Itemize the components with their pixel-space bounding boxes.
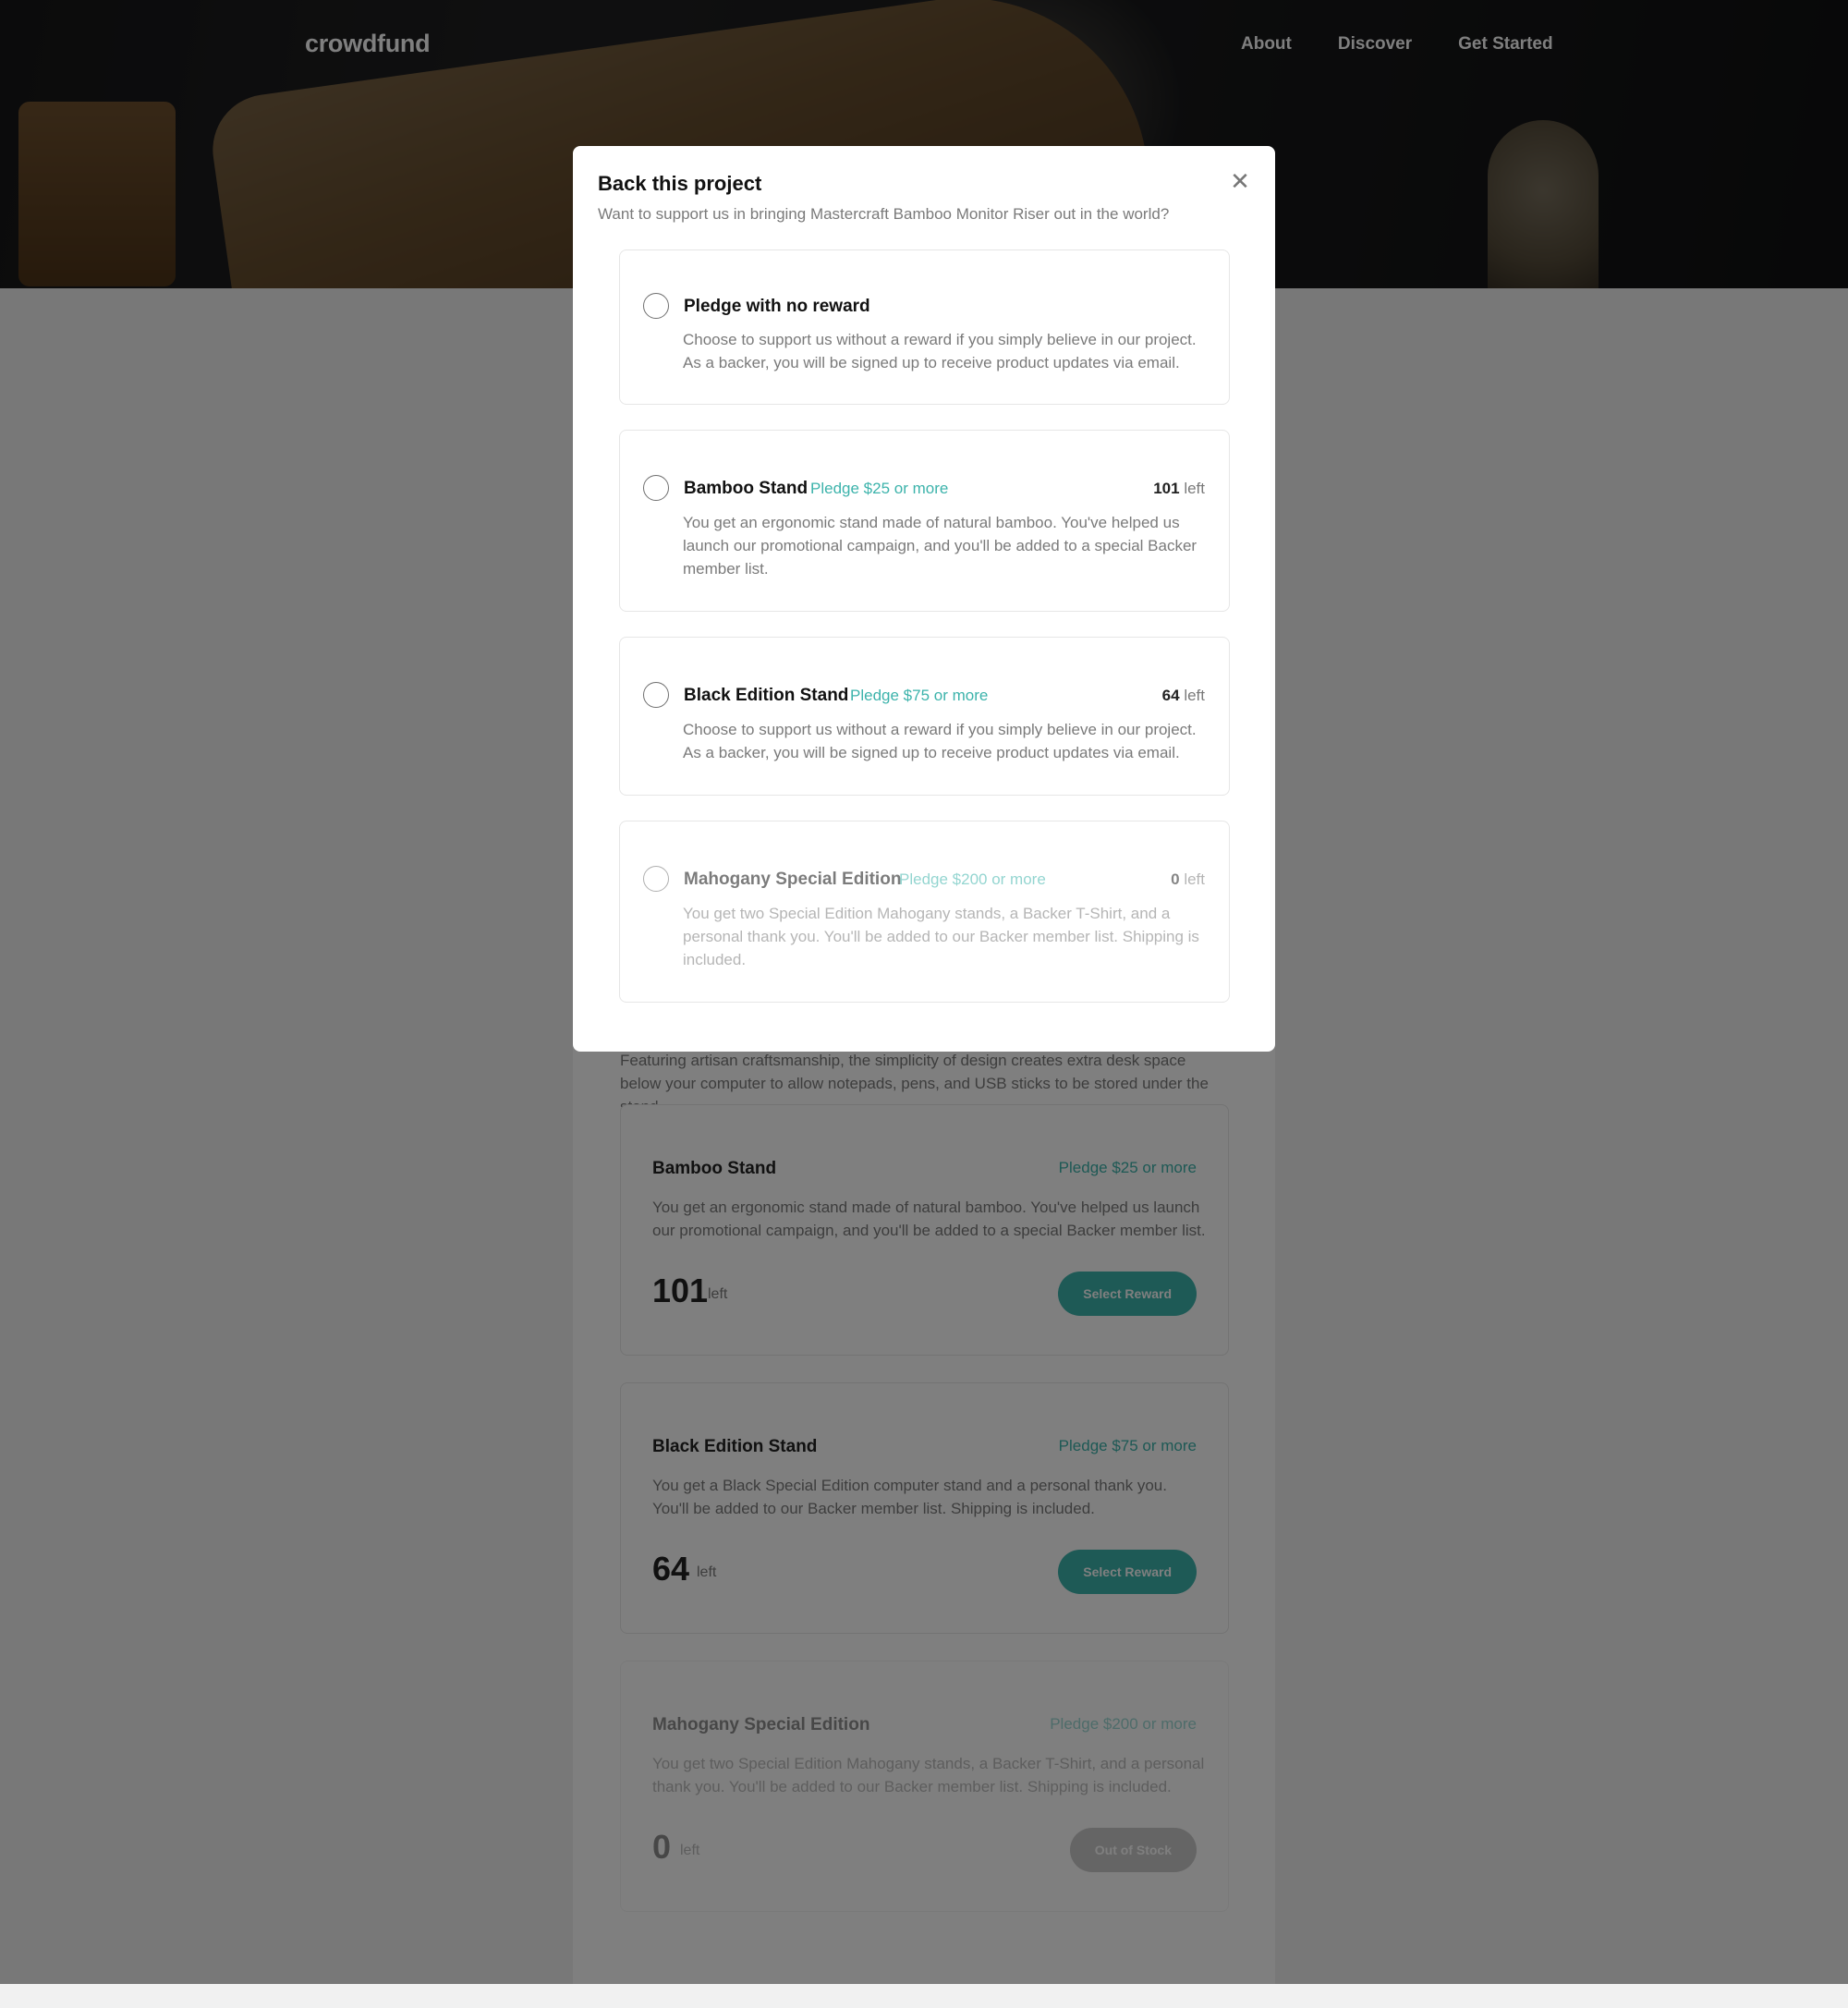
option-name: Pledge with no reward bbox=[684, 297, 870, 316]
radio-button[interactable] bbox=[643, 475, 669, 501]
pledge-option-no-reward[interactable]: Pledge with no reward Choose to support … bbox=[619, 249, 1230, 405]
option-name: Bamboo Stand bbox=[684, 479, 808, 498]
option-name: Black Edition Stand bbox=[684, 686, 849, 705]
option-description: Choose to support us without a reward if… bbox=[683, 721, 1197, 761]
option-description: You get an ergonomic stand made of natur… bbox=[683, 514, 1198, 578]
option-pledge: Pledge $200 or more bbox=[899, 870, 1046, 888]
option-pledge: Pledge $25 or more bbox=[810, 480, 949, 497]
modal-title: Back this project bbox=[598, 172, 762, 195]
footer bbox=[0, 1984, 1848, 2008]
option-name: Mahogany Special Edition bbox=[684, 870, 902, 889]
option-stock: 64 left bbox=[1161, 687, 1205, 704]
radio-button[interactable] bbox=[643, 682, 669, 708]
pledge-option-bamboo[interactable]: Bamboo Stand Pledge $25 or more 101 left… bbox=[619, 430, 1230, 612]
option-pledge: Pledge $75 or more bbox=[850, 687, 989, 704]
option-description: You get two Special Edition Mahogany sta… bbox=[683, 905, 1199, 968]
back-project-modal: Back this project ✕ Want to support us i… bbox=[573, 146, 1275, 1052]
option-stock: 0 left bbox=[1171, 870, 1205, 888]
pledge-option-black-edition[interactable]: Black Edition Stand Pledge $75 or more 6… bbox=[619, 637, 1230, 796]
modal-subtitle: Want to support us in bringing Mastercra… bbox=[598, 205, 1170, 223]
option-description: Choose to support us without a reward if… bbox=[683, 331, 1197, 371]
radio-button bbox=[643, 866, 669, 892]
radio-button[interactable] bbox=[643, 293, 669, 319]
pledge-option-mahogany: Mahogany Special Edition Pledge $200 or … bbox=[619, 821, 1230, 1003]
close-icon[interactable]: ✕ bbox=[1229, 169, 1251, 193]
option-stock: 101 left bbox=[1153, 480, 1205, 497]
